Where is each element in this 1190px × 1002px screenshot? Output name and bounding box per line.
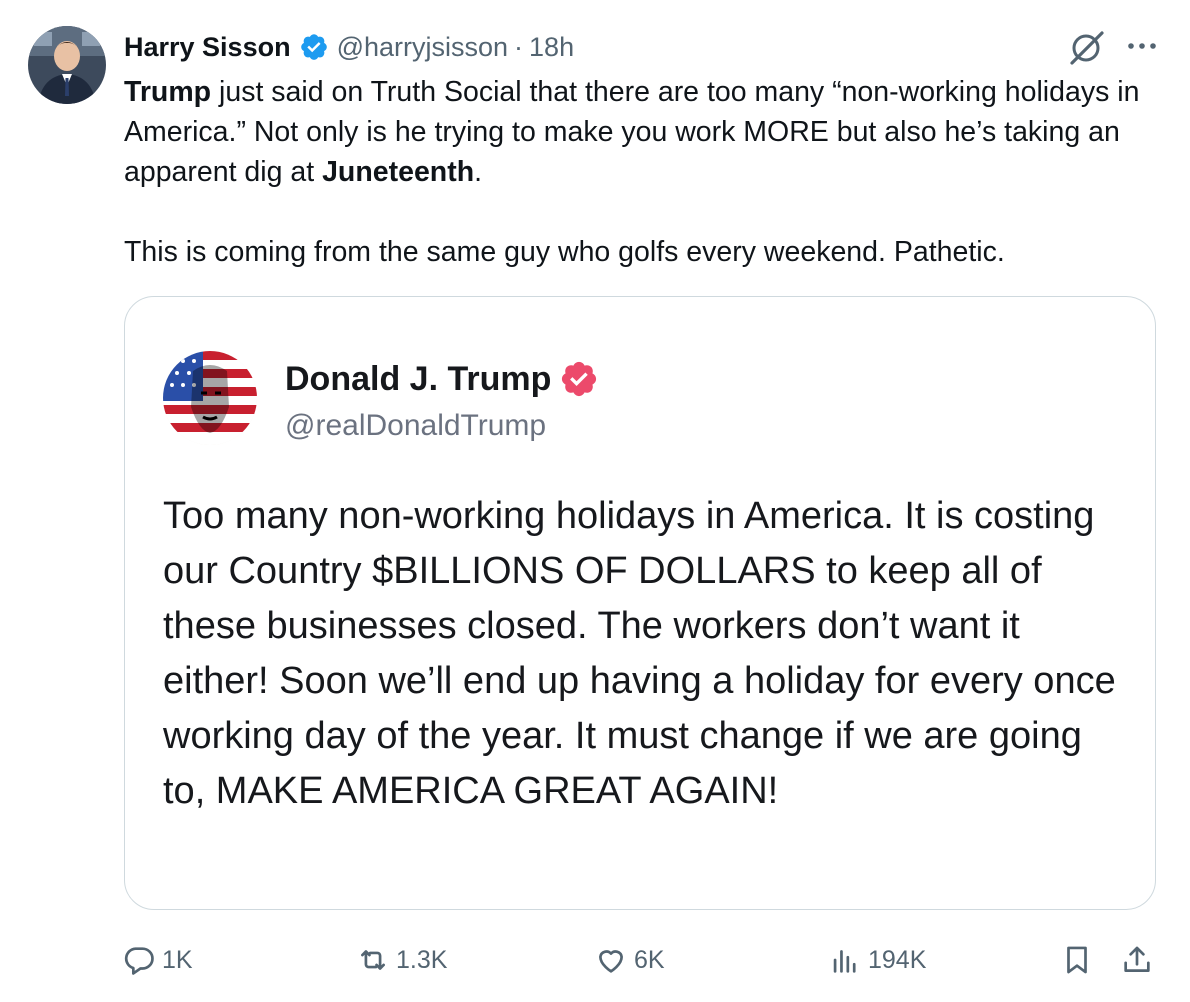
reply-icon (124, 947, 154, 975)
tweet-paragraph-2: This is coming from the same guy who gol… (124, 236, 1005, 268)
tweet-header: Harry Sisson @harryjsisson · 18h (124, 28, 574, 66)
reply-count: 1K (162, 945, 193, 974)
repost-icon (361, 950, 385, 970)
more-icon[interactable] (1124, 36, 1160, 56)
tweet-text: Trump just said on Truth Social that the… (124, 72, 1164, 272)
author-name[interactable]: Harry Sisson (124, 32, 291, 63)
share-button[interactable] (1120, 938, 1154, 982)
quoted-author-name: Donald J. Trump (285, 359, 552, 398)
mention-juneteenth: Juneteenth (322, 156, 475, 188)
mention-trump: Trump (124, 76, 212, 108)
tweet-time[interactable]: 18h (529, 32, 574, 63)
bookmark-button[interactable] (1060, 938, 1094, 982)
views-icon (833, 950, 856, 973)
author-handle[interactable]: @harryjsisson (337, 32, 508, 63)
tweet-paragraph-1: Trump just said on Truth Social that the… (124, 72, 1164, 192)
grok-icon[interactable] (1066, 30, 1106, 66)
header-separator: · (514, 31, 524, 62)
like-icon (599, 950, 623, 973)
bookmark-icon (1067, 946, 1087, 974)
views-count: 194K (868, 945, 927, 974)
tweet-text-segment: . (474, 156, 483, 188)
verified-icon[interactable] (299, 32, 329, 62)
like-count: 6K (634, 945, 665, 974)
views-button[interactable]: 194K (828, 938, 926, 982)
repost-button[interactable]: 1.3K (356, 938, 447, 982)
author-avatar[interactable] (28, 26, 106, 104)
quoted-post-card[interactable]: Donald J. Trump @realDonaldTrump Too man… (124, 296, 1156, 910)
action-bar: 1K 1.3K 6K 194K (0, 938, 1190, 982)
quoted-handle: @realDonaldTrump (285, 409, 547, 442)
quoted-author: Donald J. Trump (285, 359, 599, 399)
quoted-avatar (163, 351, 257, 445)
tweet-text-segment: just said on Truth Social that there are… (124, 76, 1140, 188)
share-icon (1124, 946, 1150, 972)
repost-count: 1.3K (396, 945, 448, 974)
quoted-post-body: Too many non-working holidays in America… (163, 495, 1116, 812)
verified-icon (559, 359, 599, 399)
reply-button[interactable]: 1K (122, 938, 193, 982)
like-button[interactable]: 6K (594, 938, 665, 982)
